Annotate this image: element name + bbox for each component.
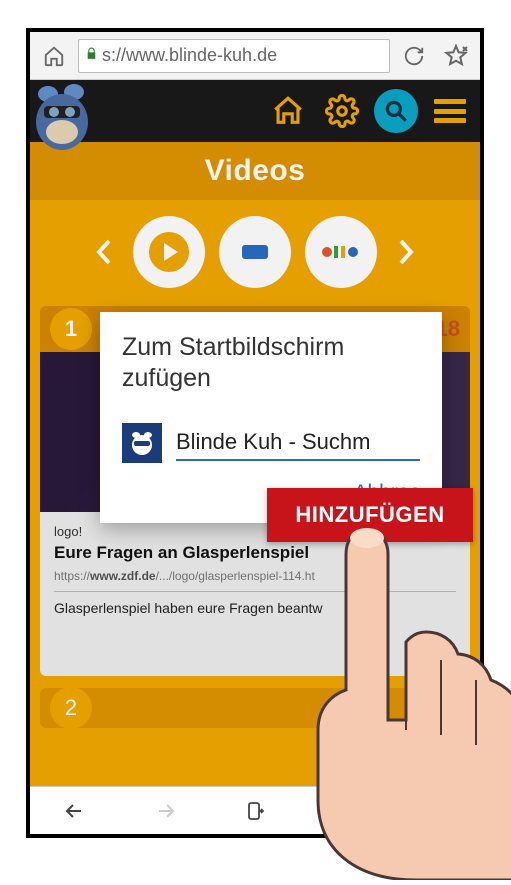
menu-button[interactable] [428, 89, 472, 133]
dialog-add-button[interactable]: HINZUFÜGEN [267, 488, 473, 542]
carousel-next[interactable] [391, 232, 421, 272]
card-rank-badge: 2 [50, 687, 92, 729]
lock-icon [85, 46, 98, 65]
card-title: Eure Fragen an Glasperlenspiel [54, 543, 456, 563]
url-field[interactable]: s://www.blinde-kuh.de [78, 39, 390, 73]
forward-button[interactable] [130, 791, 200, 831]
carousel-prev[interactable] [89, 232, 119, 272]
favorite-button[interactable] [438, 38, 474, 74]
mascot-logo[interactable] [30, 80, 98, 156]
browser-address-bar: s://www.blinde-kuh.de [30, 32, 480, 80]
browser-bottom-nav [30, 786, 480, 834]
card-description: Glasperlenspiel haben eure Fragen beantw [54, 600, 456, 616]
carousel-item-play[interactable] [133, 216, 205, 288]
card-url: https://www.zdf.de/.../logo/glasperlensp… [54, 569, 456, 592]
search-icon[interactable] [374, 89, 418, 133]
carousel-item-juki[interactable] [305, 216, 377, 288]
shortcut-name-input[interactable]: Blinde Kuh - Suchm [176, 425, 420, 461]
settings-icon[interactable] [320, 89, 364, 133]
url-text: s://www.blinde-kuh.de [102, 45, 383, 66]
share-button[interactable] [220, 791, 290, 831]
browser-home-button[interactable] [36, 38, 72, 74]
video-source-carousel [30, 200, 480, 288]
site-favicon [122, 423, 162, 463]
dialog-title: Zum Startbildschirm zufügen [122, 332, 420, 395]
site-header [30, 80, 480, 142]
card-rank-badge: 1 [50, 308, 92, 350]
video-card-2[interactable]: 2 [40, 688, 470, 728]
carousel-item-wdr[interactable] [219, 216, 291, 288]
site-home-icon[interactable] [266, 89, 310, 133]
back-button[interactable] [40, 791, 110, 831]
reload-button[interactable] [396, 38, 432, 74]
hamburger-icon [434, 99, 466, 123]
